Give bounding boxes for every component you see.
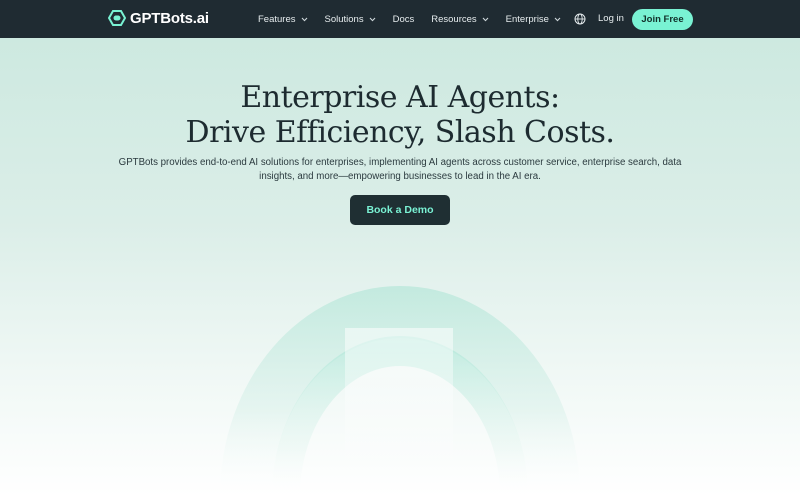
hero-subtitle-line-2: insights, and more—empowering businesses…: [259, 171, 541, 182]
nav-item-label: Enterprise: [505, 13, 549, 25]
globe-icon[interactable]: [574, 13, 586, 25]
hero-arch-illustration: [220, 286, 580, 496]
chevron-down-icon: [482, 17, 489, 21]
nav-item-solutions[interactable]: Solutions: [325, 14, 376, 25]
hero-title-line-2: Drive Efficiency, Slash Costs.: [185, 115, 615, 150]
nav-item-enterprise[interactable]: Enterprise: [506, 14, 561, 25]
nav-item-features[interactable]: Features: [258, 14, 308, 25]
chevron-down-icon: [369, 17, 375, 21]
nav-item-label: Resources: [431, 13, 477, 25]
gptbots-logo-icon: [108, 10, 126, 26]
nav-item-docs[interactable]: Docs: [393, 14, 415, 25]
hero-title-line-1: Enterprise AI Agents:: [240, 80, 560, 115]
nav-menu: Features Solutions Docs Resources Enterp…: [258, 0, 578, 38]
hero-title: Enterprise AI Agents: Drive Efficiency, …: [0, 80, 800, 150]
logo[interactable]: GPTBots.ai: [108, 9, 209, 27]
nav-item-label: Docs: [392, 13, 415, 25]
nav-item-label: Solutions: [324, 13, 364, 25]
top-navbar: GPTBots.ai Features Solutions Docs Resou…: [0, 0, 800, 38]
login-link[interactable]: Log in: [598, 13, 624, 24]
join-free-button[interactable]: Join Free: [632, 9, 693, 30]
nav-item-resources[interactable]: Resources: [431, 13, 489, 25]
hero-subtitle-line-1: GPTBots provides end-to-end AI solutions…: [118, 157, 682, 168]
hero-section: Enterprise AI Agents: Drive Efficiency, …: [0, 38, 800, 496]
hero-subtitle: GPTBots provides end-to-end AI solutions…: [100, 156, 700, 184]
book-demo-button[interactable]: Book a Demo: [350, 195, 450, 225]
logo-text: GPTBots.ai: [130, 9, 209, 27]
chevron-down-icon: [554, 17, 561, 21]
chevron-down-icon: [301, 17, 307, 21]
nav-item-label: Features: [258, 13, 296, 25]
